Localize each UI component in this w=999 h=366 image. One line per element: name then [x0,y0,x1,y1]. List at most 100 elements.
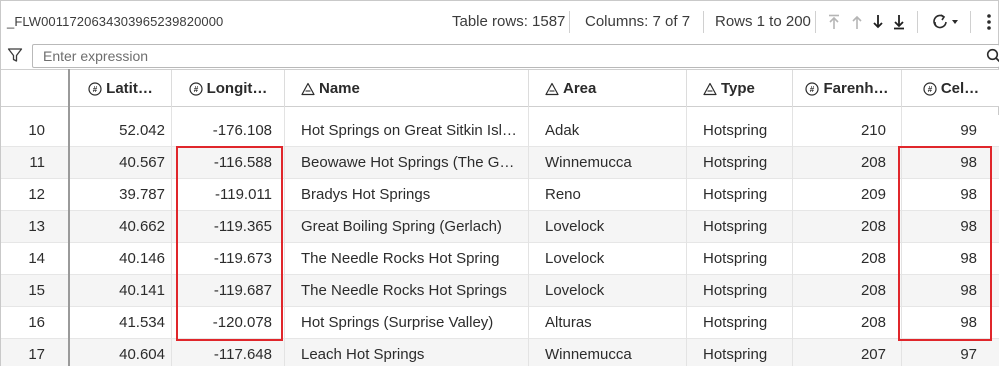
fahrenheit-cell[interactable]: 208 [793,307,886,338]
type-cell[interactable]: Hotspring [703,243,789,274]
name-cell[interactable]: The Needle Rocks Hot Springs [301,275,521,306]
longitude-cell[interactable]: -119.011 [172,179,272,210]
column-header-type[interactable]: Type [687,70,793,107]
longitude-cell[interactable]: -117.648 [172,339,272,366]
name-cell[interactable]: Beowawe Hot Springs (The G… [301,147,521,178]
last-page-icon[interactable] [892,11,906,33]
longitude-cell[interactable]: -119.673 [172,243,272,274]
celsius-cell[interactable]: 98 [902,243,977,274]
column-header-label: Longit… [206,80,268,97]
column-header-area[interactable]: Area [529,70,687,107]
name-cell[interactable]: Great Boiling Spring (Gerlach) [301,211,521,242]
type-cell[interactable]: Hotspring [703,275,789,306]
area-cell[interactable]: Reno [545,179,683,210]
table-row[interactable]: 14 40.146 -119.673 The Needle Rocks Hot Spr… [1,243,999,275]
first-page-icon[interactable] [827,11,841,33]
column-header-label: Area [563,80,597,97]
area-cell[interactable]: Alturas [545,307,683,338]
column-divider [284,107,285,366]
celsius-cell[interactable]: 98 [902,179,977,210]
name-cell[interactable]: Hot Springs (Surprise Valley) [301,307,521,338]
toolbar-divider [703,11,704,33]
svg-text:#: # [810,85,815,94]
celsius-cell[interactable]: 99 [902,115,977,146]
area-cell[interactable]: Winnemucca [545,339,683,366]
row-number-cell[interactable]: 12 [1,179,45,210]
area-cell[interactable]: Adak [545,115,683,146]
area-cell[interactable]: Lovelock [545,275,683,306]
column-header-name[interactable]: Name [285,70,529,107]
fahrenheit-cell[interactable]: 208 [793,211,886,242]
latitude-cell[interactable]: 40.146 [70,243,165,274]
latitude-cell[interactable]: 40.567 [70,147,165,178]
celsius-cell[interactable]: 97 [902,339,977,366]
row-number-cell[interactable]: 11 [1,147,45,178]
type-cell[interactable]: Hotspring [703,115,789,146]
next-page-icon[interactable] [871,11,885,33]
row-number-cell[interactable]: 16 [1,307,45,338]
type-cell[interactable]: Hotspring [703,307,789,338]
column-header-latitude[interactable]: # Latit… [70,70,172,107]
column-header-fahrenheit[interactable]: # Farenh… [793,70,902,107]
celsius-cell[interactable]: 98 [902,275,977,306]
fahrenheit-cell[interactable]: 208 [793,275,886,306]
area-cell[interactable]: Lovelock [545,243,683,274]
row-number-header [1,70,69,107]
latitude-cell[interactable]: 40.141 [70,275,165,306]
type-cell[interactable]: Hotspring [703,339,789,366]
type-cell[interactable]: Hotspring [703,211,789,242]
fahrenheit-cell[interactable]: 209 [793,179,886,210]
celsius-cell[interactable]: 98 [902,307,977,338]
table-row[interactable]: 15 40.141 -119.687 The Needle Rocks Hot Spr… [1,275,999,307]
fahrenheit-cell[interactable]: 210 [793,115,886,146]
table-row[interactable]: 17 40.604 -117.648 Leach Hot Springs Winnemu… [1,339,999,366]
longitude-cell[interactable]: -116.588 [172,147,272,178]
search-icon[interactable] [986,48,999,69]
column-header-longitude[interactable]: # Longit… [172,70,285,107]
columns-count: Columns: 7 of 7 [585,13,691,30]
more-vertical-icon[interactable] [983,11,995,33]
longitude-cell[interactable]: -119.687 [172,275,272,306]
celsius-cell[interactable]: 98 [902,211,977,242]
row-number-cell[interactable]: 15 [1,275,45,306]
latitude-cell[interactable]: 40.604 [70,339,165,366]
data-table-panel: _FLW001172063430396523982000​0 Table row… [0,0,999,366]
latitude-cell[interactable]: 52.042 [70,115,165,146]
table-row[interactable]: 16 41.534 -120.078 Hot Springs (Surprise Va… [1,307,999,339]
fahrenheit-cell[interactable]: 208 [793,243,886,274]
column-header-celsius[interactable]: # Cel… [902,70,999,107]
longitude-cell[interactable]: -120.078 [172,307,272,338]
table-row[interactable]: 12 39.787 -119.011 Bradys Hot Springs Reno Ho… [1,179,999,211]
data-grid: # Latit… # Longit… Name Area Type # Fare… [1,69,999,366]
refresh-icon[interactable] [932,11,960,33]
row-number-cell[interactable]: 10 [1,115,45,146]
celsius-cell[interactable]: 98 [902,147,977,178]
fahrenheit-cell[interactable]: 207 [793,339,886,366]
latitude-cell[interactable]: 40.662 [70,211,165,242]
latitude-cell[interactable]: 39.787 [70,179,165,210]
table-row[interactable]: 11 40.567 -116.588 Beowawe Hot Springs (The… [1,147,999,179]
table-name: _FLW001172063430396523982000​0 [7,14,224,29]
type-cell[interactable]: Hotspring [703,179,789,210]
toolbar-divider [970,11,971,33]
area-cell[interactable]: Lovelock [545,211,683,242]
row-number-cell[interactable]: 17 [1,339,45,366]
longitude-cell[interactable]: -119.365 [172,211,272,242]
expression-input[interactable] [32,44,999,68]
toolbar-divider [815,11,816,33]
type-cell[interactable]: Hotspring [703,147,789,178]
previous-page-icon[interactable] [850,11,864,33]
name-cell[interactable]: Bradys Hot Springs [301,179,521,210]
latitude-cell[interactable]: 41.534 [70,307,165,338]
table-row[interactable]: 13 40.662 -119.365 Great Boiling Spring (Ge… [1,211,999,243]
row-number-cell[interactable]: 13 [1,211,45,242]
filter-icon[interactable] [7,47,23,68]
longitude-cell[interactable]: -176.108 [172,115,272,146]
table-row[interactable]: 10 52.042 -176.108 Hot Springs on Great Sit… [1,115,999,147]
name-cell[interactable]: Leach Hot Springs [301,339,521,366]
fahrenheit-cell[interactable]: 208 [793,147,886,178]
area-cell[interactable]: Winnemucca [545,147,683,178]
name-cell[interactable]: Hot Springs on Great Sitkin Isl… [301,115,521,146]
row-number-cell[interactable]: 14 [1,243,45,274]
name-cell[interactable]: The Needle Rocks Hot Spring [301,243,521,274]
